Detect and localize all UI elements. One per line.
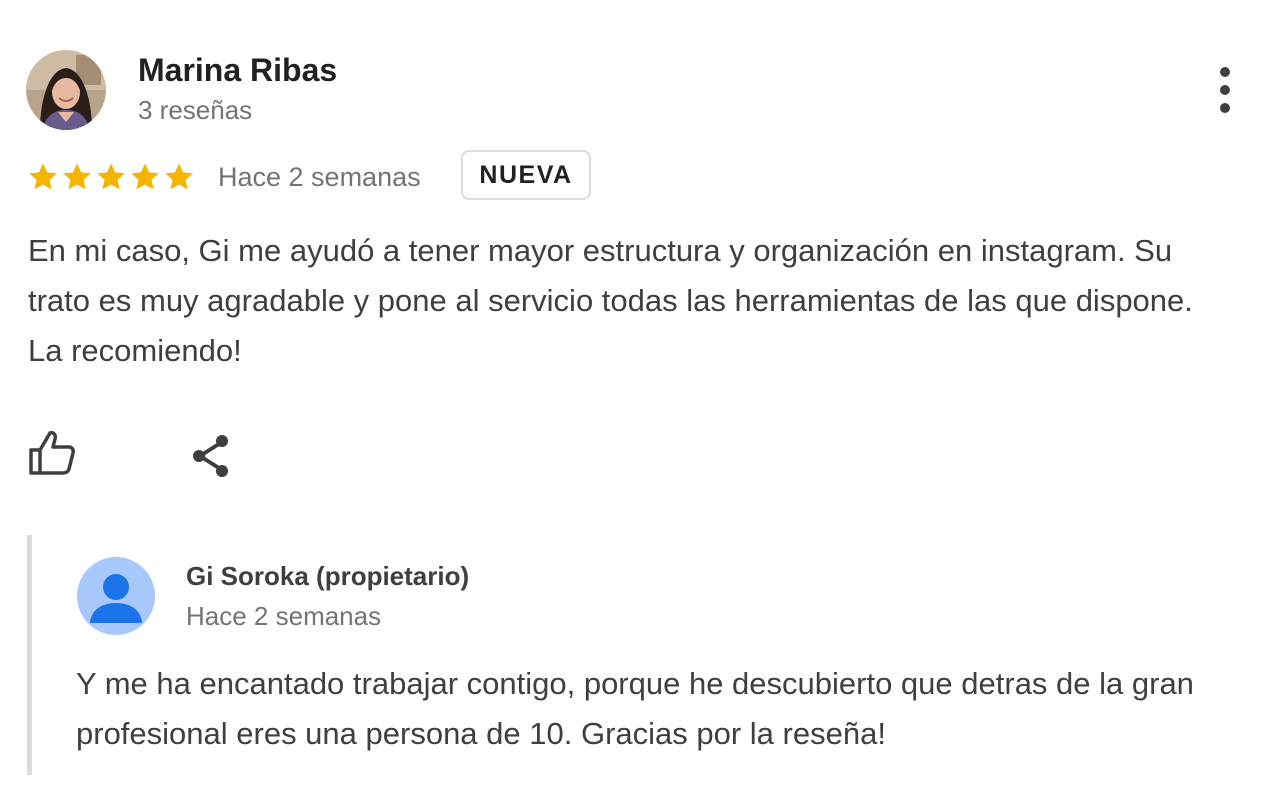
owner-reply: Gi Soroka (propietario) Hace 2 semanas Y… bbox=[27, 535, 1257, 775]
more-options-button[interactable] bbox=[1204, 64, 1246, 118]
star-icon bbox=[165, 163, 193, 190]
review-date: Hace 2 semanas bbox=[218, 162, 421, 192]
more-vert-icon bbox=[1220, 67, 1230, 113]
share-icon bbox=[193, 435, 228, 477]
star-icon bbox=[63, 163, 91, 190]
person-icon bbox=[77, 557, 155, 635]
reply-date: Hace 2 semanas bbox=[186, 601, 382, 631]
owner-avatar[interactable] bbox=[77, 557, 155, 635]
star-icon bbox=[29, 163, 57, 190]
owner-name: Gi Soroka (propietario) bbox=[186, 561, 470, 591]
thumb-up-icon bbox=[29, 431, 75, 475]
author-review-count: 3 reseñas bbox=[138, 95, 253, 125]
reply-text: Y me ha encantado trabajar contigo, porq… bbox=[76, 666, 1194, 751]
review-text: En mi caso, Gi me ayudó a tener mayor es… bbox=[28, 233, 1193, 368]
new-badge: NUEVA bbox=[461, 150, 591, 200]
star-icon bbox=[131, 163, 159, 190]
share-button[interactable] bbox=[188, 432, 236, 480]
star-rating bbox=[26, 159, 196, 197]
review-card: Marina Ribas 3 reseñas Hace 2 semanas NU… bbox=[0, 0, 1280, 806]
author-avatar[interactable] bbox=[26, 50, 106, 130]
star-icon bbox=[97, 163, 125, 190]
like-button[interactable] bbox=[26, 428, 78, 478]
author-name[interactable]: Marina Ribas bbox=[138, 52, 337, 89]
